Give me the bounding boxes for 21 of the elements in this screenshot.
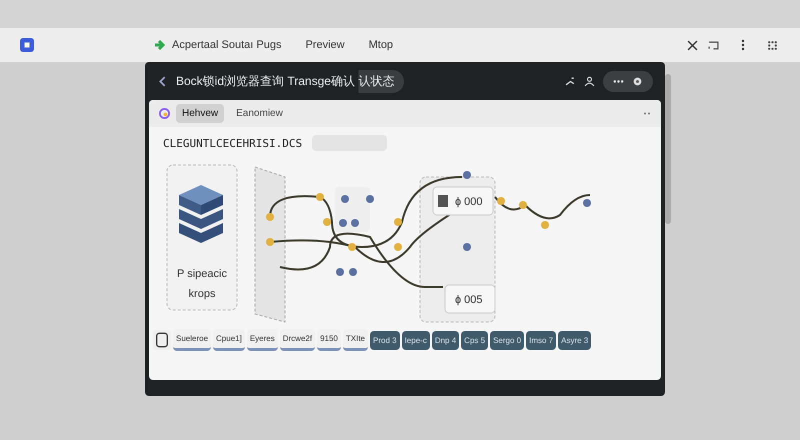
bottom-tab[interactable]: 9150	[317, 329, 341, 351]
document-heading: CLEGUNTLCECEHRISI.DCS	[163, 136, 302, 150]
bottom-tab[interactable]: Sueleroe	[173, 329, 212, 351]
flow-diagram-drawing: P sipeacic krops ɸ 000 ɸ 005	[155, 157, 655, 327]
bottom-tab[interactable]: Dnp 4	[432, 330, 460, 350]
document-tab[interactable]: Hehvew	[176, 104, 224, 123]
bottom-tab[interactable]: Cps 5	[461, 330, 488, 350]
window-tab[interactable]: Acpertaal Soutaı Pugs	[172, 39, 282, 51]
bottom-tab[interactable]: Eyeres	[246, 329, 278, 351]
bottom-tab[interactable]: Sergo 0	[490, 330, 524, 350]
bottom-tab[interactable]: Cpue1]	[213, 329, 245, 351]
bottom-tab[interactable]: Prod 3	[370, 330, 400, 350]
bottom-tab[interactable]: Drcwe2f	[280, 329, 316, 351]
document-tab[interactable]: Eanomiew	[230, 104, 289, 123]
window-tab[interactable]: Mtop	[368, 39, 394, 51]
bottom-tab[interactable]: Asyre 3	[558, 330, 592, 350]
window-tab[interactable]: Preview	[305, 39, 345, 51]
bottom-tab[interactable]: Iepe-c	[402, 330, 430, 350]
bottom-tab[interactable]: TXIte	[342, 329, 368, 351]
bottom-tab[interactable]: Imso 7	[526, 330, 556, 350]
panel-title: Bock锁id浏览器查询 Transge确认 认状态	[176, 70, 404, 92]
